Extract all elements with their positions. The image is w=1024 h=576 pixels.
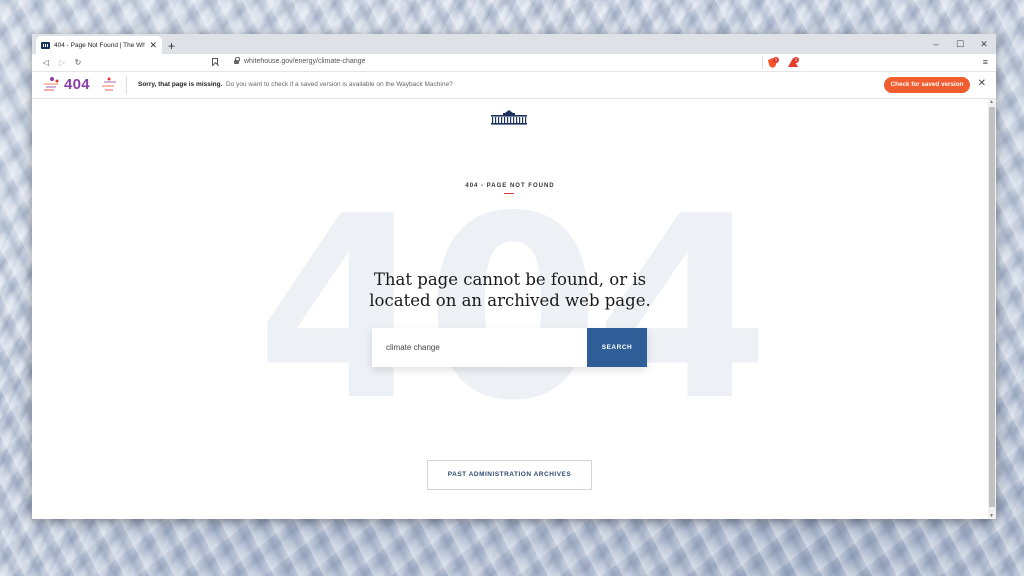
new-tab-button[interactable]: + [168, 40, 175, 52]
rewards-badge: 1 [793, 57, 799, 63]
page-headline: That page cannot be found, or is located… [32, 269, 988, 311]
eyebrow-rule [504, 193, 514, 194]
forward-button[interactable]: ▷ [54, 58, 70, 67]
wayback-message-detail: Do you want to check if a saved version … [226, 81, 453, 88]
address-divider [762, 57, 763, 69]
search-input[interactable] [372, 328, 587, 367]
page-content: 404 404 - PAGE NOT FOUND That page canno… [32, 99, 988, 519]
page-eyebrow: 404 - PAGE NOT FOUND [465, 183, 555, 189]
whitehouse-favicon-icon [41, 41, 50, 49]
url-field[interactable]: whitehouse.gov/energy/climate-change [244, 58, 365, 65]
window-controls: – ☐ ✕ [924, 34, 996, 54]
tab-bar: 404 - Page Not Found | The White ✕ + – ☐… [32, 34, 996, 54]
search-button[interactable]: SEARCH [587, 328, 647, 367]
minimize-button[interactable]: – [924, 39, 948, 49]
white-house-logo-icon[interactable] [491, 109, 527, 125]
shields-badge: 1 [773, 57, 779, 63]
page-scrollbar[interactable]: ▲ ▼ [988, 99, 996, 519]
lock-icon [234, 57, 240, 64]
past-administration-archives-button[interactable]: PAST ADMINISTRATION ARCHIVES [427, 460, 592, 490]
scroll-up-icon[interactable]: ▲ [989, 99, 994, 105]
browser-menu-icon[interactable]: ≡ [983, 57, 988, 67]
tab-title: 404 - Page Not Found | The White [54, 41, 146, 49]
maximize-button[interactable]: ☐ [948, 39, 972, 50]
wayback-separator [126, 76, 127, 94]
address-toolbar: ◁ ▷ ↻ whitehouse.gov/energy/climate-chan… [32, 54, 996, 72]
tab-whitehouse-404[interactable]: 404 - Page Not Found | The White ✕ [36, 36, 162, 54]
wayback-close-icon[interactable]: ✕ [978, 79, 986, 89]
check-saved-version-button[interactable]: Check for saved version [884, 77, 970, 93]
wayback-message-bold: Sorry, that page is missing. [138, 81, 223, 88]
wayback-message: Sorry, that page is missing. Do you want… [138, 81, 453, 88]
bookmark-icon[interactable] [212, 58, 218, 66]
headline-line-2: located on an archived web page. [369, 291, 651, 310]
close-window-button[interactable]: ✕ [972, 39, 996, 50]
tab-close-icon[interactable]: ✕ [149, 40, 157, 50]
scroll-thumb[interactable] [989, 107, 995, 507]
browser-window: 404 - Page Not Found | The White ✕ + – ☐… [32, 34, 996, 519]
wayback-notification-bar: 404 Sorry, that page is missing. Do you … [32, 72, 996, 99]
wayback-logo-text: 404 [64, 76, 90, 93]
scroll-down-icon[interactable]: ▼ [989, 513, 994, 519]
back-button[interactable]: ◁ [38, 58, 54, 67]
reload-button[interactable]: ↻ [70, 58, 86, 67]
headline-line-1: That page cannot be found, or is [373, 270, 647, 289]
search-form: SEARCH [372, 328, 647, 367]
